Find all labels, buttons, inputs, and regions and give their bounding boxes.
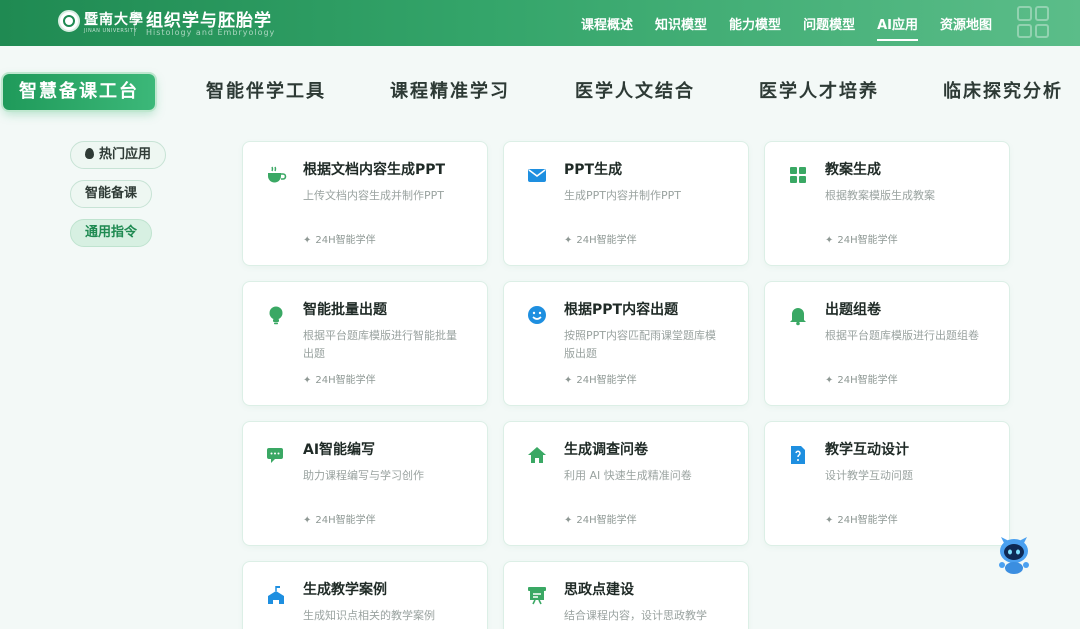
card-title: 教案生成	[825, 162, 881, 178]
card-desc: 根据教案模版生成教案	[825, 189, 935, 202]
bell-icon	[790, 308, 806, 326]
ai-assistant-bot-icon[interactable]	[995, 535, 1033, 575]
smile-icon	[528, 306, 546, 324]
card-desc: 生成知识点相关的教学案例	[303, 609, 435, 622]
home-icon	[528, 447, 546, 463]
nav-question-model[interactable]: 问题模型	[803, 12, 855, 35]
tab-smart-prep[interactable]: 智慧备课工台	[3, 74, 155, 110]
nav-overview[interactable]: 课程概述	[581, 12, 633, 35]
app-card-survey[interactable]: 生成调查问卷 利用 AI 快速生成精准问卷 ✦ 24H智能学伴	[503, 421, 749, 546]
sparkle-icon: ✦	[303, 515, 312, 526]
card-title: 根据PPT内容出题	[564, 302, 679, 318]
card-footer: ✦ 24H智能学伴	[303, 375, 376, 386]
card-desc: 按照PPT内容匹配雨课堂题库模版出题	[564, 329, 716, 360]
logo-divider	[134, 10, 135, 36]
mail-icon	[528, 169, 546, 182]
fire-icon	[85, 148, 94, 159]
tab-precise-learning[interactable]: 课程精准学习	[390, 74, 510, 110]
sparkle-icon: ✦	[825, 235, 834, 246]
card-desc: 利用 AI 快速生成精准问卷	[564, 469, 692, 482]
tab-talent-training[interactable]: 医学人才培养	[759, 74, 879, 110]
card-footer: ✦ 24H智能学伴	[825, 515, 898, 526]
app-card-ppt-questions[interactable]: 根据PPT内容出题 按照PPT内容匹配雨课堂题库模版出题 ✦ 24H智能学伴	[503, 281, 749, 406]
card-title: 生成调查问卷	[564, 442, 648, 458]
filter-general-commands[interactable]: 通用指令	[70, 219, 153, 247]
app-card-doc-to-ppt[interactable]: 根据文档内容生成PPT 上传文档内容生成并制作PPT ✦ 24H智能学伴	[242, 141, 488, 266]
cup-icon	[268, 166, 287, 183]
nav-knowledge-model[interactable]: 知识模型	[655, 12, 707, 35]
card-title: 出题组卷	[825, 302, 881, 318]
sparkle-icon: ✦	[564, 515, 573, 526]
course-subtitle: Histology and Embryology	[146, 28, 276, 37]
card-desc: 助力课程编写与学习创作	[303, 469, 424, 482]
chat-icon	[267, 448, 283, 463]
app-card-lesson-plan[interactable]: 教案生成 根据教案模版生成教案 ✦ 24H智能学伴	[764, 141, 1010, 266]
nav-ai-apps[interactable]: AI应用	[877, 12, 918, 41]
app-card-ai-writing[interactable]: AI智能编写 助力课程编写与学习创作 ✦ 24H智能学伴	[242, 421, 488, 546]
sparkle-icon: ✦	[825, 375, 834, 386]
card-title: 生成教学案例	[303, 582, 387, 598]
top-header: 暨南大學 JINAN UNIVERSITY 组织学与胚胎学 Histology …	[0, 0, 1080, 46]
filter-hot-apps[interactable]: 热门应用	[70, 141, 167, 169]
app-card-ideology[interactable]: 思政点建设 结合课程内容，设计思政教学	[503, 561, 749, 629]
doc-question-icon	[791, 446, 805, 464]
nav-resource-map[interactable]: 资源地图	[940, 12, 992, 35]
card-desc: 生成PPT内容并制作PPT	[564, 189, 681, 202]
university-seal-icon	[58, 10, 80, 32]
sparkle-icon: ✦	[303, 235, 312, 246]
sparkle-icon: ✦	[303, 375, 312, 386]
category-tabs: 智慧备课工台 智能伴学工具 课程精准学习 医学人文结合 医学人才培养 临床探究分…	[0, 74, 1080, 114]
card-desc: 根据平台题库模版进行智能批量出题	[303, 329, 457, 360]
card-desc: 设计教学互动问题	[825, 469, 913, 482]
card-title: 思政点建设	[564, 582, 634, 598]
main-nav: 课程概述 知识模型 能力模型 问题模型 AI应用 资源地图	[581, 0, 992, 46]
sparkle-icon: ✦	[564, 375, 573, 386]
card-footer: ✦ 24H智能学伴	[825, 235, 898, 246]
app-card-interaction-design[interactable]: 教学互动设计 设计教学互动问题 ✦ 24H智能学伴	[764, 421, 1010, 546]
app-card-exam-paper[interactable]: 出题组卷 根据平台题库模版进行出题组卷 ✦ 24H智能学伴	[764, 281, 1010, 406]
card-desc: 结合课程内容，设计思政教学	[564, 609, 707, 622]
school-icon	[268, 586, 284, 604]
grid-icon	[790, 167, 806, 183]
card-title: 根据文档内容生成PPT	[303, 162, 446, 178]
card-title: AI智能编写	[303, 442, 376, 458]
sparkle-icon: ✦	[564, 235, 573, 246]
grid-menu-icon[interactable]	[1017, 6, 1049, 38]
bulb-icon	[269, 306, 283, 325]
card-desc: 上传文档内容生成并制作PPT	[303, 189, 444, 202]
card-desc: 根据平台题库模版进行出题组卷	[825, 329, 979, 342]
card-title: 教学互动设计	[825, 442, 909, 458]
card-title: PPT生成	[564, 162, 623, 178]
tab-humanities[interactable]: 医学人文结合	[575, 74, 695, 110]
nav-ability-model[interactable]: 能力模型	[729, 12, 781, 35]
card-footer: ✦ 24H智能学伴	[564, 375, 637, 386]
card-footer: ✦ 24H智能学伴	[303, 515, 376, 526]
board-icon	[528, 587, 546, 605]
card-footer: ✦ 24H智能学伴	[564, 515, 637, 526]
app-card-teaching-case[interactable]: 生成教学案例 生成知识点相关的教学案例	[242, 561, 488, 629]
card-footer: ✦ 24H智能学伴	[303, 235, 376, 246]
card-footer: ✦ 24H智能学伴	[825, 375, 898, 386]
tab-study-tools[interactable]: 智能伴学工具	[206, 74, 326, 110]
filter-smart-prep[interactable]: 智能备课	[70, 180, 153, 208]
card-footer: ✦ 24H智能学伴	[564, 235, 637, 246]
card-title: 智能批量出题	[303, 302, 387, 318]
university-sub: JINAN UNIVERSITY	[84, 28, 138, 34]
university-name: 暨南大學	[84, 12, 144, 28]
tab-clinical-analysis[interactable]: 临床探究分析	[943, 74, 1063, 110]
sparkle-icon: ✦	[825, 515, 834, 526]
app-card-batch-questions[interactable]: 智能批量出题 根据平台题库模版进行智能批量出题 ✦ 24H智能学伴	[242, 281, 488, 406]
app-card-ppt-gen[interactable]: PPT生成 生成PPT内容并制作PPT ✦ 24H智能学伴	[503, 141, 749, 266]
